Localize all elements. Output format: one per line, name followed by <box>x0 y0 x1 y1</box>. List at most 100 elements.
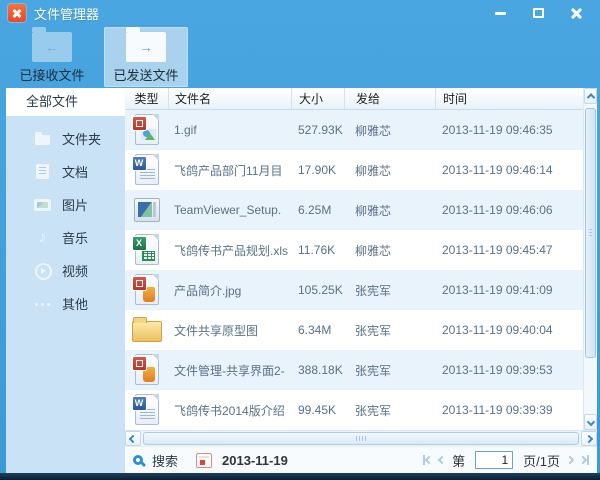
jpg-file-icon <box>130 353 164 387</box>
magnifier-icon[interactable] <box>133 455 143 465</box>
video-icon <box>34 262 52 280</box>
jpg-file-icon <box>130 273 164 307</box>
table-header: 类型 文件名 大小 发给 时间 <box>125 88 583 110</box>
received-files-label: 已接收文件 <box>19 68 85 83</box>
file-size: 17.90K <box>298 163 337 177</box>
pagination: 第 页/1页 <box>423 451 589 470</box>
prev-page-button[interactable] <box>437 455 447 465</box>
horizontal-scroll-track[interactable] <box>141 431 581 446</box>
column-header-type[interactable]: 类型 <box>125 88 168 109</box>
table-row[interactable]: W 飞鸽传书2014版介绍 99.45K 张宪军 2013-11-19 09:3… <box>125 390 583 430</box>
sidebar-item-label: 文件夹 <box>62 132 102 147</box>
scroll-down-button[interactable] <box>584 414 597 430</box>
file-size: 527.93K <box>298 123 343 137</box>
vertical-scroll-track[interactable] <box>584 104 597 414</box>
table-row[interactable]: TeamViewer_Setup. 6.25M 柳雅芯 2013-11-19 0… <box>125 190 583 230</box>
file-name: 飞鸽传书产品规划.xls <box>174 243 289 258</box>
sidebar-item-label: 图片 <box>62 198 89 213</box>
next-page-button[interactable] <box>565 455 575 465</box>
window-title: 文件管理器 <box>34 6 100 22</box>
column-header-time[interactable]: 时间 <box>435 88 583 109</box>
scroll-right-button[interactable] <box>581 431 597 446</box>
page-number-input[interactable] <box>475 451 514 469</box>
sidebar-item-all-files[interactable]: 全部文件 <box>6 88 125 116</box>
file-name: 产品简介.jpg <box>174 283 242 298</box>
sidebar: 全部文件 文件夹 文档 图片 ♪ 音乐 视频 其他 <box>6 88 125 473</box>
column-header-recipient[interactable]: 发给 <box>344 88 435 109</box>
folder-icon <box>34 130 51 147</box>
file-time: 2013-11-19 09:46:35 <box>442 123 553 137</box>
file-size: 99.45K <box>298 403 337 417</box>
file-name: 飞鸽产品部门11月目 <box>174 163 283 178</box>
file-name: 文件管理-共享界面2- <box>174 363 285 378</box>
horizontal-scrollbar[interactable] <box>125 430 597 446</box>
file-recipient: 柳雅芯 <box>355 163 392 178</box>
sidebar-item-pictures[interactable]: 图片 <box>6 188 125 221</box>
file-name: 1.gif <box>174 123 197 137</box>
toolbar: ← 已接收文件 → 已发送文件 <box>10 27 188 87</box>
sidebar-item-documents[interactable]: 文档 <box>6 155 125 188</box>
date-filter-value[interactable]: 2013-11-19 <box>222 453 288 468</box>
column-header-size[interactable]: 大小 <box>291 88 344 109</box>
table-row[interactable]: W 飞鸽产品部门11月目 17.90K 柳雅芯 2013-11-19 09:46… <box>125 150 583 190</box>
app-logo-icon <box>8 4 26 22</box>
search-label[interactable]: 搜索 <box>152 451 178 470</box>
music-icon: ♪ <box>38 229 47 246</box>
vertical-scrollbar[interactable] <box>583 88 597 430</box>
column-header-filename[interactable]: 文件名 <box>168 88 291 109</box>
file-time: 2013-11-19 09:41:09 <box>442 283 553 297</box>
sidebar-item-others[interactable]: 其他 <box>6 287 125 320</box>
close-button[interactable] <box>564 3 588 23</box>
folder-send-icon: → <box>126 27 166 62</box>
more-icon <box>34 295 51 312</box>
table-body: 1.gif 527.93K 柳雅芯 2013-11-19 09:46:35 W … <box>125 110 583 430</box>
window-bottom-border <box>0 473 600 480</box>
table-row[interactable]: 1.gif 527.93K 柳雅芯 2013-11-19 09:46:35 <box>125 110 583 150</box>
file-recipient: 张宪军 <box>355 283 392 298</box>
sidebar-item-music[interactable]: ♪ 音乐 <box>6 221 125 254</box>
maximize-button[interactable] <box>526 3 550 23</box>
file-recipient: 柳雅芯 <box>355 203 392 218</box>
calendar-icon[interactable] <box>196 452 213 468</box>
table-row[interactable]: 产品简介.jpg 105.25K 张宪军 2013-11-19 09:41:09 <box>125 270 583 310</box>
file-name: 文件共享原型图 <box>174 323 259 338</box>
file-recipient: 柳雅芯 <box>355 243 392 258</box>
image-file-icon <box>130 113 164 147</box>
scroll-up-button[interactable] <box>584 88 597 104</box>
page-prefix-label: 第 <box>452 453 466 469</box>
file-recipient: 张宪军 <box>355 403 392 418</box>
file-size: 388.18K <box>298 363 343 377</box>
file-time: 2013-11-19 09:46:14 <box>442 163 553 177</box>
file-time: 2013-11-19 09:40:04 <box>442 323 553 337</box>
sidebar-item-folders[interactable]: 文件夹 <box>6 122 125 155</box>
file-time: 2013-11-19 09:46:06 <box>442 203 553 217</box>
picture-icon <box>34 196 51 213</box>
horizontal-scroll-thumb[interactable] <box>143 432 579 445</box>
sidebar-item-label: 视频 <box>62 264 89 279</box>
received-files-tab[interactable]: ← 已接收文件 <box>10 27 94 87</box>
file-manager-window: 文件管理器 ← 已接收文件 → 已发送文件 全部文件 文件夹 文档 图片 ♪ 音… <box>0 0 600 480</box>
folder-file-icon <box>130 313 164 347</box>
table-row[interactable]: X 飞鸽传书产品规划.xls 11.76K 柳雅芯 2013-11-19 09:… <box>125 230 583 270</box>
file-name: TeamViewer_Setup. <box>174 203 282 217</box>
scroll-left-button[interactable] <box>125 431 141 446</box>
first-page-button[interactable] <box>423 455 434 465</box>
vertical-scroll-thumb[interactable] <box>585 108 596 358</box>
file-time: 2013-11-19 09:45:47 <box>442 243 553 257</box>
page-suffix-label: 页/1页 <box>523 453 560 469</box>
file-time: 2013-11-19 09:39:39 <box>442 403 553 417</box>
table-row[interactable]: 文件管理-共享界面2- 388.18K 张宪军 2013-11-19 09:39… <box>125 350 583 390</box>
title-bar: 文件管理器 <box>0 0 600 26</box>
word-file-icon: W <box>130 393 164 427</box>
word-file-icon: W <box>130 153 164 187</box>
sidebar-item-videos[interactable]: 视频 <box>6 254 125 287</box>
file-recipient: 柳雅芯 <box>355 123 392 138</box>
sidebar-item-label: 文档 <box>62 165 89 180</box>
sent-files-tab[interactable]: → 已发送文件 <box>104 27 188 87</box>
file-recipient: 张宪军 <box>355 323 392 338</box>
table-row[interactable]: 文件共享原型图 6.34M 张宪军 2013-11-19 09:40:04 <box>125 310 583 350</box>
sidebar-item-label: 音乐 <box>62 231 89 246</box>
last-page-button[interactable] <box>578 455 589 465</box>
file-name: 飞鸽传书2014版介绍 <box>174 403 285 418</box>
minimize-button[interactable] <box>488 3 512 23</box>
